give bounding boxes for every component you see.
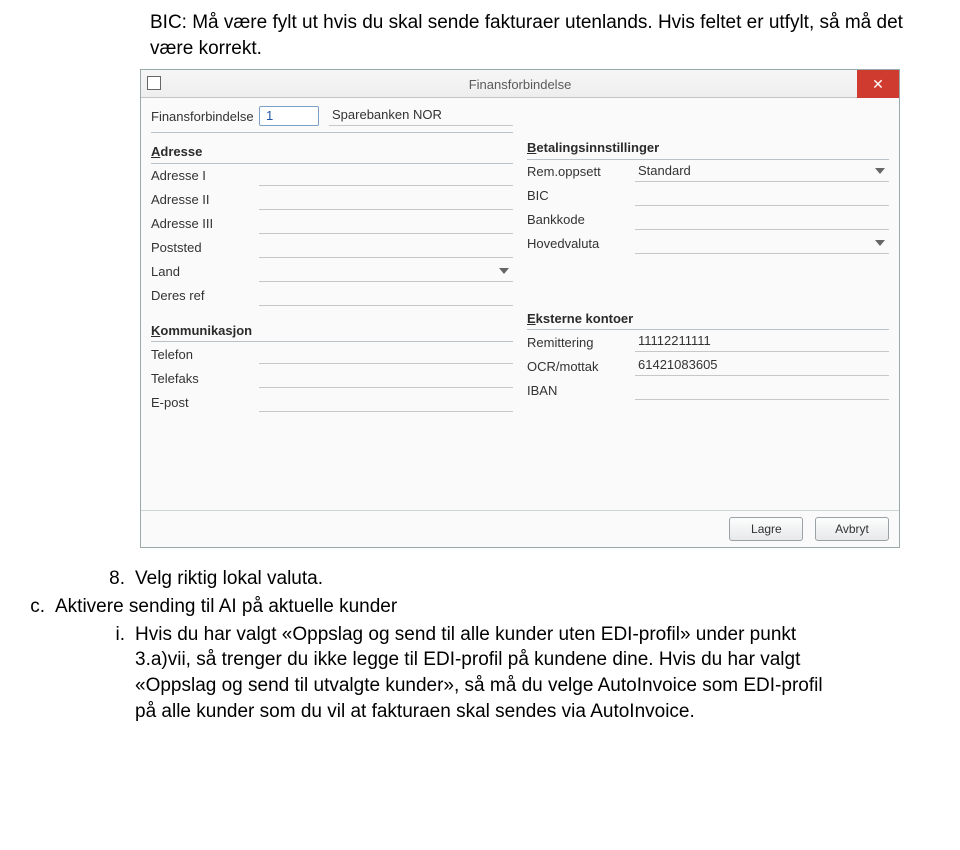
left-column: Finansforbindelse 1 Sparebanken NOR Adre…	[151, 106, 513, 414]
list-number-8: 8.	[55, 566, 135, 592]
instruction-list: 8.Velg riktig lokal valuta. c.Aktivere s…	[55, 566, 920, 724]
bankkode-input[interactable]	[635, 210, 889, 230]
iban-label: IBAN	[527, 382, 635, 400]
land-label: Land	[151, 263, 259, 281]
hovedvaluta-label: Hovedvaluta	[527, 235, 635, 253]
intro-text: BIC: Må være fylt ut hvis du skal sende …	[150, 10, 920, 61]
close-button[interactable]: ✕	[857, 70, 899, 98]
adresse2-label: Adresse II	[151, 191, 259, 209]
adresse3-input[interactable]	[259, 214, 513, 234]
telefaks-input[interactable]	[259, 368, 513, 388]
right-column: Betalingsinnstillinger Rem.oppsett Stand…	[527, 106, 889, 414]
ocrmottak-label: OCR/mottak	[527, 358, 635, 376]
hovedvaluta-dropdown[interactable]	[871, 234, 889, 254]
section-kommunikasjon: Kommunikasjon	[151, 316, 513, 343]
finansforbindelse-name-input[interactable]: Sparebanken NOR	[329, 106, 513, 126]
ocrmottak-input[interactable]: 61421083605	[635, 356, 889, 376]
finansforbindelse-code-input[interactable]: 1	[259, 106, 319, 126]
finansforbindelse-label: Finansforbindelse	[151, 108, 259, 126]
poststed-input[interactable]	[259, 238, 513, 258]
epost-label: E-post	[151, 394, 259, 412]
remoppsett-label: Rem.oppsett	[527, 163, 635, 181]
titlebar: Finansforbindelse ✕	[141, 70, 899, 98]
chevron-down-icon	[875, 240, 885, 246]
remittering-label: Remittering	[527, 334, 635, 352]
iban-input[interactable]	[635, 380, 889, 400]
list-text-8: Velg riktig lokal valuta.	[135, 568, 323, 589]
list-letter-c: c.	[15, 594, 55, 620]
bic-label: BIC	[527, 187, 635, 205]
adresse1-label: Adresse I	[151, 167, 259, 185]
remoppsett-input[interactable]: Standard	[635, 162, 871, 182]
list-roman-i: i.	[105, 622, 135, 648]
app-icon	[147, 76, 161, 90]
list-text-i: Hvis du har valgt «Oppslag og send til a…	[135, 622, 835, 725]
chevron-down-icon	[875, 168, 885, 174]
dialog-footer: Lagre Avbryt	[141, 510, 899, 547]
telefon-input[interactable]	[259, 344, 513, 364]
hovedvaluta-input[interactable]	[635, 234, 871, 254]
remoppsett-dropdown[interactable]	[871, 162, 889, 182]
bankkode-label: Bankkode	[527, 211, 635, 229]
deresref-input[interactable]	[259, 286, 513, 306]
finansforbindelse-dialog: Finansforbindelse ✕ Finansforbindelse 1 …	[140, 69, 900, 548]
window-title: Finansforbindelse	[469, 76, 572, 94]
deresref-label: Deres ref	[151, 287, 259, 305]
section-betaling: Betalingsinnstillinger	[527, 133, 889, 160]
adresse3-label: Adresse III	[151, 215, 259, 233]
poststed-label: Poststed	[151, 239, 259, 257]
adresse1-input[interactable]	[259, 166, 513, 186]
epost-input[interactable]	[259, 392, 513, 412]
land-input[interactable]	[259, 262, 495, 282]
save-button[interactable]: Lagre	[729, 517, 803, 541]
section-adresse: Adresse	[151, 137, 513, 164]
chevron-down-icon	[499, 268, 509, 274]
land-dropdown[interactable]	[495, 262, 513, 282]
telefaks-label: Telefaks	[151, 370, 259, 388]
remittering-input[interactable]: 11112211111	[635, 332, 889, 352]
bic-input[interactable]	[635, 186, 889, 206]
adresse2-input[interactable]	[259, 190, 513, 210]
list-text-c: Aktivere sending til AI på aktuelle kund…	[55, 596, 397, 617]
telefon-label: Telefon	[151, 346, 259, 364]
section-eksterne: Eksterne kontoer	[527, 304, 889, 331]
cancel-button[interactable]: Avbryt	[815, 517, 889, 541]
